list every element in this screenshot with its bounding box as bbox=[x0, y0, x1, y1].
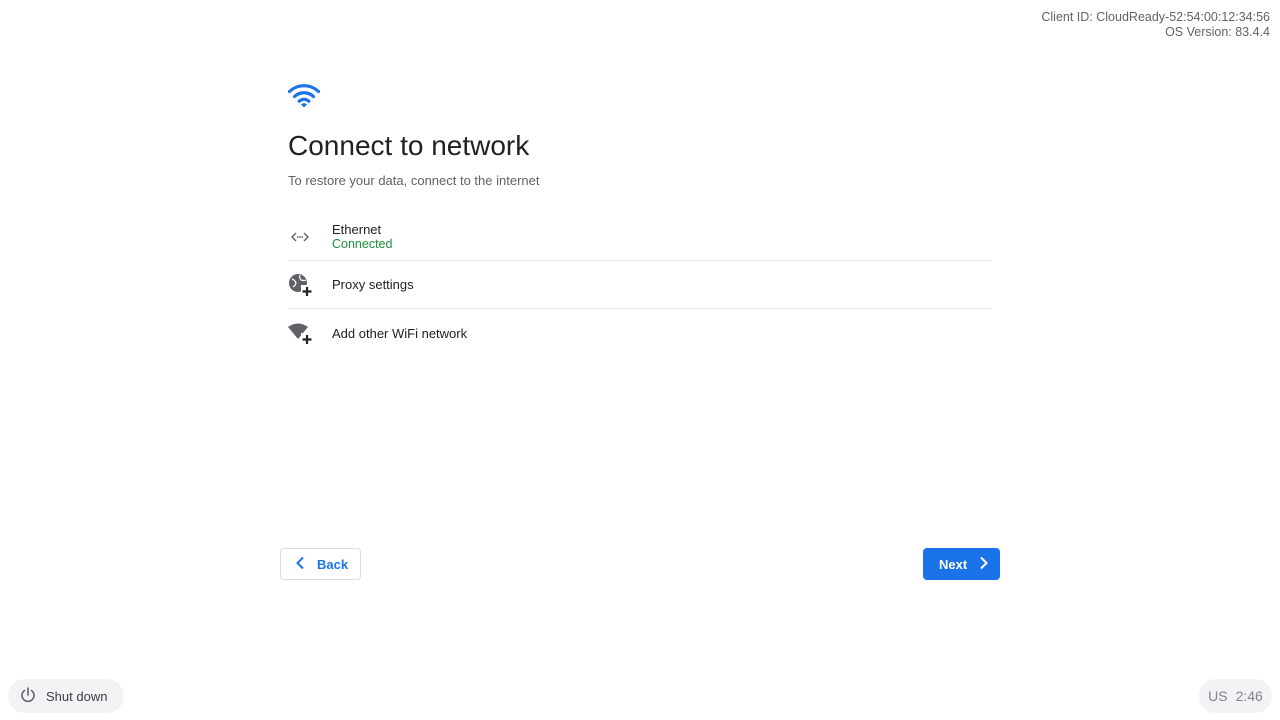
connection-status: Connected bbox=[332, 236, 393, 251]
back-button[interactable]: Back bbox=[280, 548, 361, 580]
power-icon bbox=[20, 686, 36, 706]
chevron-right-icon bbox=[979, 556, 989, 573]
network-item-add-wifi[interactable]: Add other WiFi network bbox=[288, 309, 992, 357]
network-item-ethernet[interactable]: Ethernet Connected bbox=[288, 213, 992, 261]
network-dialog: Connect to network To restore your data,… bbox=[287, 80, 992, 357]
chevron-left-icon bbox=[295, 556, 305, 573]
network-item-label: Ethernet bbox=[332, 221, 382, 237]
network-item-label: Proxy settings bbox=[332, 277, 414, 292]
network-item-label: Add other WiFi network bbox=[332, 325, 468, 341]
page-subtitle: To restore your data, connect to the int… bbox=[288, 173, 540, 188]
back-button-label: Back bbox=[317, 556, 349, 572]
add-wifi-icon bbox=[288, 321, 312, 345]
wifi-icon bbox=[287, 80, 321, 112]
ethernet-icon bbox=[288, 225, 312, 249]
device-info: Client ID: CloudReady-52:54:00:12:34:56 … bbox=[1041, 10, 1270, 40]
client-id: Client ID: CloudReady-52:54:00:12:34:56 bbox=[1041, 10, 1270, 24]
next-button-label: Next bbox=[939, 556, 968, 572]
clock: 2:46 bbox=[1235, 688, 1263, 704]
page-title: Connect to network bbox=[288, 130, 530, 161]
next-button[interactable]: Next bbox=[923, 548, 1000, 580]
proxy-settings-icon bbox=[288, 273, 312, 297]
keyboard-layout-indicator: US bbox=[1208, 688, 1228, 704]
os-version: OS Version: 83.4.4 bbox=[1165, 25, 1270, 39]
status-tray[interactable]: US 2:46 bbox=[1199, 679, 1272, 713]
network-list: Ethernet Connected Proxy settings Add ot… bbox=[288, 213, 992, 357]
shutdown-label: Shut down bbox=[46, 688, 108, 704]
shutdown-button[interactable]: Shut down bbox=[8, 679, 124, 713]
network-item-proxy-settings[interactable]: Proxy settings bbox=[288, 261, 992, 309]
